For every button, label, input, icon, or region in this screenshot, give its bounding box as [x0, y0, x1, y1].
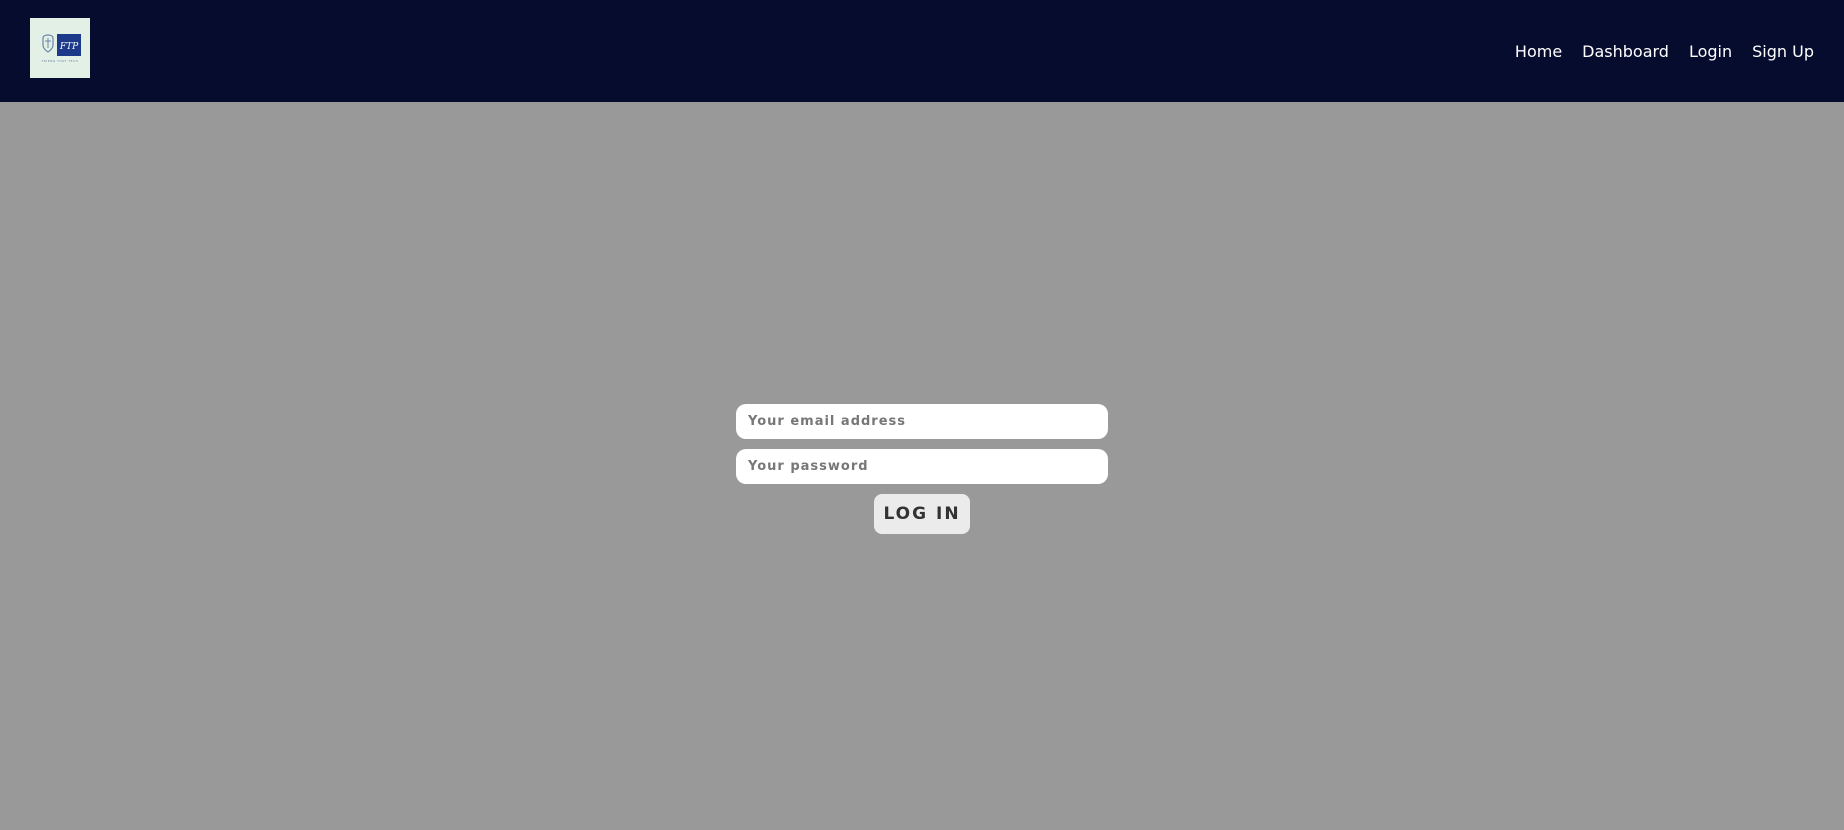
nav-links: Home Dashboard Login Sign Up [1515, 0, 1814, 102]
password-input[interactable] [736, 449, 1108, 484]
top-navbar: FTP FRIEND THAT TECH Home Dashboard Logi… [0, 0, 1844, 102]
nav-link-dashboard[interactable]: Dashboard [1582, 42, 1669, 61]
nav-link-home[interactable]: Home [1515, 42, 1562, 61]
nav-link-login[interactable]: Login [1689, 42, 1732, 61]
login-button[interactable]: LOG IN [874, 494, 970, 534]
logo-monogram: FTP [59, 42, 79, 52]
logo-tagline: FRIEND THAT TECH [42, 59, 79, 63]
nav-link-sign-up[interactable]: Sign Up [1752, 42, 1814, 61]
email-input[interactable] [736, 404, 1108, 439]
brand-logo[interactable]: FTP FRIEND THAT TECH [30, 18, 90, 78]
logo-icon: FTP FRIEND THAT TECH [42, 34, 81, 63]
login-form: LOG IN [736, 404, 1108, 534]
